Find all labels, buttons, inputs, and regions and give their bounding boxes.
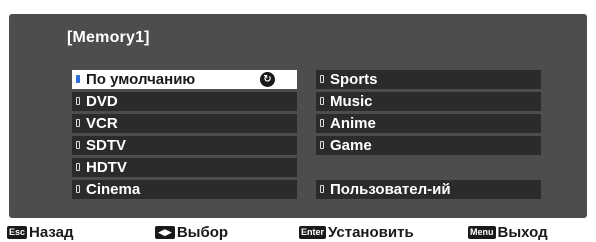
menu-item-label: Sports <box>330 71 378 88</box>
menu-item-dvd[interactable]: DVD <box>72 92 297 111</box>
help-exit-label: Выход <box>497 224 548 241</box>
marker-icon <box>320 75 324 83</box>
marker-icon <box>76 185 80 193</box>
help-select-label: Выбор <box>176 224 229 241</box>
menu-item-label: DVD <box>86 93 118 110</box>
menu-item-sports[interactable]: Sports <box>316 70 541 89</box>
menu-item-label: Game <box>330 137 372 154</box>
menu-item-vcr[interactable]: VCR <box>72 114 297 133</box>
help-bar: Esc Назад ◀▶ Выбор Enter Установить Menu Вых… <box>0 222 596 242</box>
menu-item-anime[interactable]: Anime <box>316 114 541 133</box>
confirm-icon: ↻ <box>260 72 275 87</box>
menu-item-label: Anime <box>330 115 376 132</box>
marker-icon <box>76 141 80 149</box>
help-select: ◀▶ Выбор <box>155 224 228 242</box>
menu-item-label: VCR <box>86 115 118 132</box>
menu-item-custom[interactable]: Пользовател-ий <box>316 180 541 199</box>
menu-title: [Memory1] <box>67 29 150 46</box>
help-set-label: Установить <box>328 224 414 241</box>
help-back: Esc Назад <box>7 224 74 242</box>
menu-key-icon: Menu <box>468 226 496 239</box>
help-set: Enter Установить <box>299 224 414 242</box>
marker-icon <box>76 163 80 171</box>
help-exit: Menu Выход <box>468 224 548 242</box>
menu-item-label: Cinema <box>86 181 141 198</box>
menu-item-label: По умолчанию <box>86 71 196 88</box>
menu-item-sdtv[interactable]: SDTV <box>72 136 297 155</box>
marker-icon <box>320 141 324 149</box>
marker-icon <box>76 119 80 127</box>
marker-icon <box>320 185 324 193</box>
memory-menu-panel: [Memory1] По умолчанию ↻ DVD VCR SDTV HD… <box>9 14 587 218</box>
arrow-keys-icon: ◀▶ <box>155 226 175 239</box>
help-back-label: Назад <box>29 224 74 241</box>
esc-key-icon: Esc <box>7 226 28 239</box>
menu-item-label: HDTV <box>86 159 127 176</box>
menu-item-label: Music <box>330 93 373 110</box>
menu-item-default[interactable]: По умолчанию ↻ <box>72 70 297 89</box>
menu-item-hdtv[interactable]: HDTV <box>72 158 297 177</box>
menu-item-cinema[interactable]: Cinema <box>72 180 297 199</box>
menu-item-game[interactable]: Game <box>316 136 541 155</box>
enter-key-icon: Enter <box>299 226 327 239</box>
selected-marker-icon <box>76 75 80 83</box>
menu-item-label: Пользовател-ий <box>330 181 451 198</box>
marker-icon <box>320 119 324 127</box>
menu-item-label: SDTV <box>86 137 127 154</box>
marker-icon <box>76 97 80 105</box>
menu-item-music[interactable]: Music <box>316 92 541 111</box>
marker-icon <box>320 97 324 105</box>
